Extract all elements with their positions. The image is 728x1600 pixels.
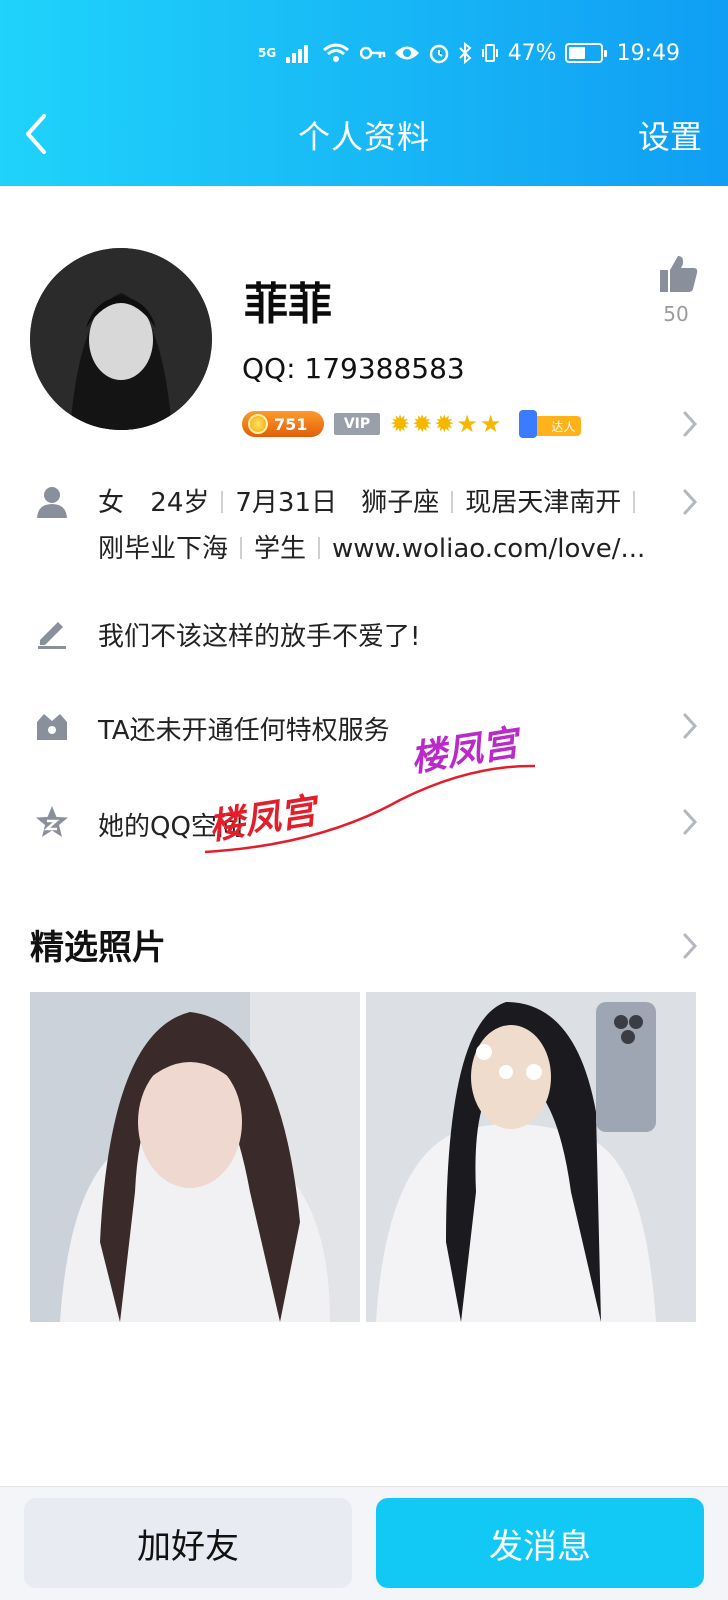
- alarm-icon: [429, 44, 448, 64]
- like-count: 50: [663, 302, 689, 326]
- avatar[interactable]: [30, 248, 212, 430]
- bluetooth-icon: [458, 42, 472, 64]
- info-line-1[interactable]: 女 24岁 7月31日 狮子座 现居天津南开: [98, 482, 647, 519]
- star-icon: ★: [479, 410, 502, 438]
- sun-icon: ✹: [390, 410, 411, 438]
- eye-icon: [394, 46, 419, 60]
- header-bar: 5G 47% 19:49 个人资料 设置: [0, 0, 728, 186]
- location: 现居天津南开: [465, 488, 622, 518]
- clock: 19:49: [616, 40, 680, 66]
- pencil-icon: [38, 622, 66, 649]
- avatar-image: [30, 248, 212, 430]
- page-title: 个人资料: [297, 118, 430, 156]
- qzone-star-icon: [36, 806, 68, 837]
- chevron-right-icon[interactable]: [682, 712, 698, 740]
- profile-name: 菲菲: [244, 279, 332, 330]
- separator: [240, 537, 243, 559]
- add-friend-button[interactable]: 加好友: [24, 1498, 352, 1588]
- send-message-button[interactable]: 发消息: [376, 1498, 704, 1588]
- birthday: 7月31日: [235, 488, 338, 518]
- info-line-2[interactable]: 刚毕业下海 学生 www.woliao.com/love/...: [98, 528, 645, 565]
- signature-text: 我们不该这样的放手不爱了!: [98, 622, 421, 652]
- status-bar-left: 5G: [258, 36, 350, 70]
- settings-button[interactable]: 设置: [638, 112, 702, 158]
- sun-icon: ✹: [434, 410, 455, 438]
- sun-icon: ✹: [412, 410, 433, 438]
- mic-icon: [519, 410, 538, 438]
- talent-badge: 达人: [511, 410, 582, 438]
- gender: 女: [98, 488, 125, 518]
- qq-number: QQ: 179388583: [242, 352, 465, 385]
- person-icon: [37, 487, 67, 518]
- separator: [451, 491, 454, 513]
- coin-icon: [248, 414, 268, 434]
- star-icon: ★: [456, 410, 478, 438]
- signal-icon: [286, 45, 309, 63]
- photo-thumbnail[interactable]: [30, 992, 360, 1322]
- battery-icon: [564, 43, 607, 63]
- level-badge: 751: [242, 411, 324, 437]
- chevron-right-icon[interactable]: [682, 808, 698, 836]
- photo-image: [366, 992, 696, 1322]
- chevron-right-icon[interactable]: [682, 410, 698, 438]
- vibrate-icon: [481, 44, 498, 62]
- separator: [318, 537, 321, 559]
- level-stars: ✹ ✹ ✹ ★ ★: [390, 410, 501, 438]
- wifi-icon: [323, 43, 350, 62]
- chevron-right-icon[interactable]: [682, 488, 698, 516]
- coin-level: 751: [274, 414, 308, 434]
- crown-icon: [37, 714, 67, 740]
- key-icon: [359, 46, 385, 60]
- zodiac: 狮子座: [361, 488, 440, 518]
- battery-percent: 47%: [507, 40, 557, 66]
- photo-image: [30, 992, 360, 1322]
- separator: [221, 491, 224, 513]
- occupation: 学生: [254, 534, 307, 564]
- status-bar-right: 47% 19:49: [359, 36, 680, 70]
- photo-thumbnail[interactable]: [366, 992, 696, 1322]
- badge-row[interactable]: 751 VIP ✹ ✹ ✹ ★ ★ 达人: [242, 408, 582, 440]
- website-link[interactable]: www.woliao.com/love/...: [332, 534, 645, 564]
- network-label: 5G: [258, 46, 277, 60]
- thumbs-up-icon[interactable]: [656, 252, 700, 296]
- occupation-note: 刚毕业下海: [98, 534, 229, 564]
- chevron-right-icon[interactable]: [682, 932, 698, 960]
- vip-badge: VIP: [334, 413, 380, 435]
- photos-section-title: 精选照片: [30, 928, 166, 968]
- age: 24岁: [150, 488, 210, 518]
- separator: [633, 491, 636, 513]
